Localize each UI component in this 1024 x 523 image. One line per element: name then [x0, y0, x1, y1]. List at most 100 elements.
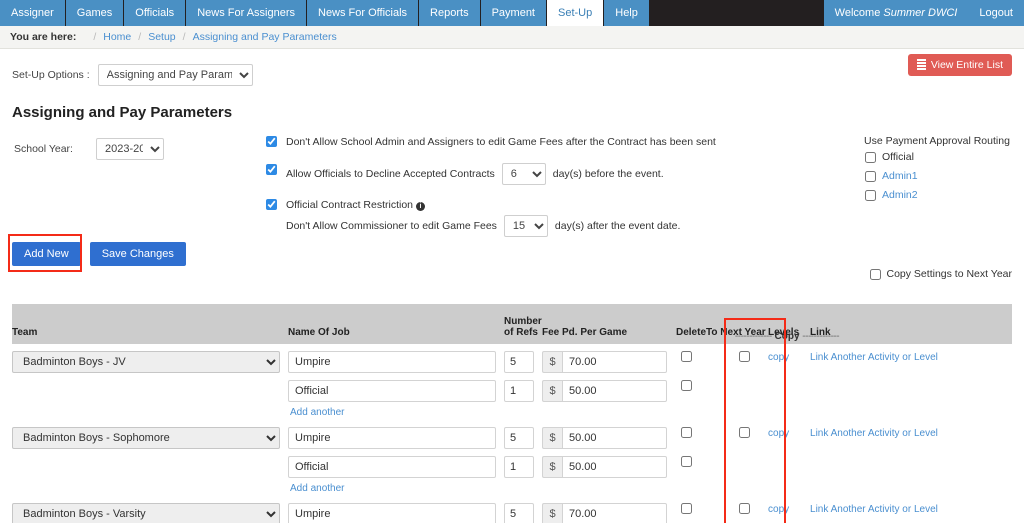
to-next-year-checkbox[interactable] [739, 351, 751, 362]
table-header: Team Name Of Job Number of Refs Fee Pd. … [12, 304, 1012, 344]
nav-tab-payment[interactable]: Payment [480, 0, 546, 26]
link-another-activity-link[interactable]: Link Another Activity or Level [810, 428, 938, 439]
routing-label-admin2[interactable]: Admin2 [882, 189, 918, 201]
refs-input[interactable] [504, 427, 534, 449]
fee-input[interactable] [562, 456, 667, 478]
nav-tab-help[interactable]: Help [604, 0, 649, 26]
option-label-contract-restriction: Official Contract Restriction [286, 199, 414, 211]
nav-tab-news-for-officials[interactable]: News For Officials [307, 0, 419, 26]
currency-symbol: $ [542, 456, 562, 478]
team-select[interactable]: Badminton Boys - Sophomore [12, 427, 280, 449]
refs-input[interactable] [504, 503, 534, 523]
fee-input[interactable] [562, 427, 667, 449]
setup-options-select[interactable]: Assigning and Pay Parameters [97, 64, 253, 86]
cell-levels [768, 449, 810, 478]
cell-spacer [12, 402, 288, 420]
copy-link[interactable]: copy [768, 352, 789, 363]
job-name-input[interactable] [288, 427, 496, 449]
fee-group: $ [542, 351, 676, 373]
cell-spacer [504, 478, 1012, 496]
delete-checkbox[interactable] [681, 380, 692, 391]
nav-right-group: Welcome Summer DWCI Logout [823, 0, 1024, 26]
nav-tab-officials[interactable]: Officials [124, 0, 186, 26]
delete-checkbox[interactable] [681, 456, 692, 467]
job-name-input[interactable] [288, 503, 496, 523]
routing-label-admin1[interactable]: Admin1 [882, 170, 918, 182]
cell-levels: copy [768, 344, 810, 373]
fee-input[interactable] [562, 351, 667, 373]
routing-checkbox-admin1[interactable] [865, 170, 876, 182]
add-another-link[interactable]: Add another [288, 402, 345, 420]
cell-link [810, 449, 1012, 478]
delete-checkbox[interactable] [681, 427, 692, 438]
payment-approval-routing: Use Payment Approval Routing Official Ad… [864, 135, 1024, 208]
page-content: Set-Up Options : Assigning and Pay Param… [0, 49, 1024, 523]
job-name-input[interactable] [288, 351, 496, 373]
options-checkbox-column: Don't Allow School Admin and Assigners t… [266, 135, 786, 250]
option-content-decline-contracts: Allow Officials to Decline Accepted Cont… [286, 163, 664, 185]
to-next-year-checkbox[interactable] [739, 427, 751, 438]
nav-tab-reports[interactable]: Reports [419, 0, 480, 26]
copy-settings-checkbox[interactable] [869, 268, 881, 280]
breadcrumb-item-current[interactable]: Assigning and Pay Parameters [193, 31, 337, 43]
routing-checkbox-admin2[interactable] [865, 189, 876, 201]
header-number-of-refs: Number of Refs [504, 304, 542, 344]
add-new-button[interactable]: Add New [12, 242, 81, 266]
nav-tab-assigner[interactable]: Assigner [0, 0, 65, 26]
breadcrumb: You are here: / Home / Setup / Assigning… [0, 26, 1024, 49]
option-suffix-decline-contracts: day(s) before the event. [552, 167, 664, 180]
breadcrumb-item-setup[interactable]: Setup [148, 31, 175, 43]
school-year-select[interactable]: 2023-2024 [96, 138, 164, 160]
link-another-activity-link[interactable]: Link Another Activity or Level [810, 352, 938, 363]
refs-input[interactable] [504, 380, 534, 402]
nav-tab-games[interactable]: Games [65, 0, 124, 26]
decline-days-select[interactable]: 6 [501, 163, 546, 185]
job-name-input[interactable] [288, 380, 496, 402]
team-select[interactable]: Badminton Boys - Varsity [12, 503, 280, 523]
delete-checkbox[interactable] [681, 503, 692, 514]
cell-team: Badminton Boys - Sophomore [12, 420, 288, 449]
option-checkbox-contract-restriction[interactable] [266, 199, 277, 210]
add-another-link[interactable]: Add another [288, 478, 345, 496]
cell-fee: $ [542, 373, 676, 402]
option-label-decline-contracts: Allow Officials to Decline Accepted Cont… [286, 167, 495, 180]
team-select[interactable]: Badminton Boys - JV [12, 351, 280, 373]
save-changes-button[interactable]: Save Changes [89, 242, 186, 266]
info-icon[interactable]: i [416, 202, 426, 211]
option-checkbox-edit-game-fees[interactable] [266, 136, 277, 147]
refs-input[interactable] [504, 351, 534, 373]
cell-to-next-year [706, 420, 768, 449]
cell-refs [504, 373, 542, 402]
delete-checkbox[interactable] [681, 351, 692, 362]
routing-checkbox-official[interactable] [865, 151, 876, 163]
job-name-input[interactable] [288, 456, 496, 478]
cell-refs [504, 496, 542, 523]
copy-link[interactable]: copy [768, 428, 789, 439]
list-icon [916, 59, 926, 71]
breadcrumb-item-home[interactable]: Home [103, 31, 131, 43]
breadcrumb-lead: You are here: [10, 31, 77, 43]
cell-link [810, 373, 1012, 402]
table-row-add-another: Add another [12, 402, 1012, 420]
cell-to-next-year [706, 496, 768, 523]
nav-tab-news-for-assigners[interactable]: News For Assigners [186, 0, 306, 26]
option-checkbox-decline-contracts[interactable] [266, 164, 277, 175]
breadcrumb-separator: / [93, 31, 97, 43]
nav-tab-set-up[interactable]: Set-Up [547, 0, 604, 26]
fee-input[interactable] [562, 503, 667, 523]
commissioner-days-select[interactable]: 15 [503, 215, 548, 237]
to-next-year-checkbox[interactable] [739, 503, 751, 514]
option-row-edit-game-fees: Don't Allow School Admin and Assigners t… [266, 135, 786, 150]
copy-dash-right: ------------- [802, 331, 840, 342]
link-another-activity-link[interactable]: Link Another Activity or Level [810, 504, 938, 515]
logout-button[interactable]: Logout [968, 0, 1024, 26]
cell-job [288, 373, 504, 402]
copy-link[interactable]: copy [768, 504, 789, 515]
refs-input[interactable] [504, 456, 534, 478]
routing-title: Use Payment Approval Routing [864, 135, 1010, 147]
fee-group: $ [542, 380, 676, 402]
cell-to-next-year [706, 344, 768, 373]
view-entire-list-button[interactable]: View Entire List [907, 54, 1012, 76]
cell-job [288, 344, 504, 373]
fee-input[interactable] [562, 380, 667, 402]
